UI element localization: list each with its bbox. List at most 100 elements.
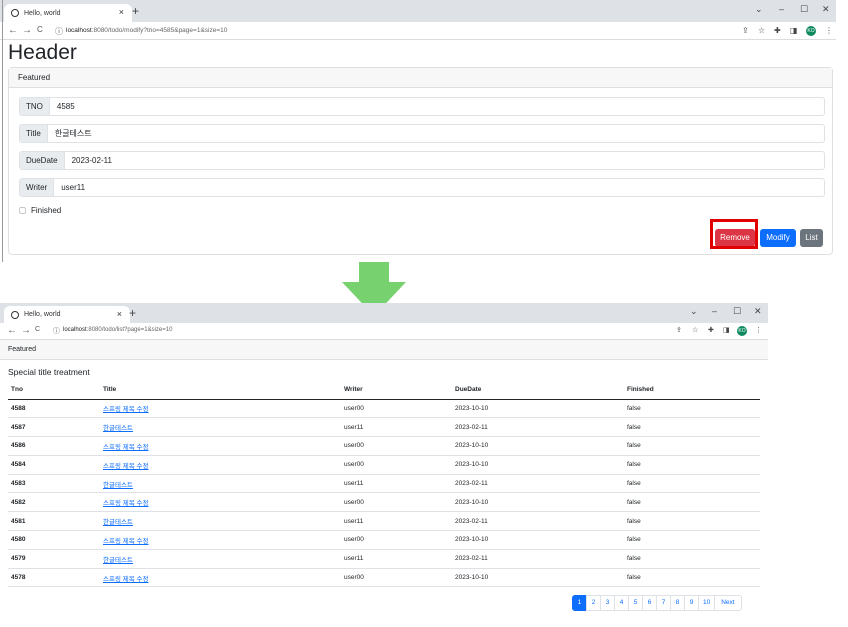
url-path: :8080/todo/modify?tno=4585&page=1&size=1… [91, 27, 228, 34]
page-link-8[interactable]: 8 [670, 595, 685, 611]
row-duedate: 2023-10-10 [452, 436, 624, 456]
row-title-link[interactable]: 한글테스트 [103, 425, 133, 432]
tab-search-icon[interactable]: ⌄ [755, 4, 763, 15]
title-field[interactable]: 한글테스트 [48, 125, 99, 142]
star-icon[interactable]: ☆ [692, 326, 698, 334]
reload-icon[interactable]: C [37, 25, 43, 34]
browser-tab[interactable]: Hello, world × [4, 306, 130, 323]
table-cell: 스프링 제목 수정 [100, 399, 341, 419]
close-window-button[interactable]: ✕ [754, 306, 762, 317]
new-tab-button[interactable]: + [129, 306, 136, 320]
forward-icon[interactable]: → [21, 325, 31, 336]
duedate-field[interactable]: 2023-02-11 [65, 152, 119, 169]
next-page-button[interactable]: Next [714, 595, 742, 611]
profile-avatar[interactable]: KO [806, 26, 816, 36]
browser-tab[interactable]: Hello, world × [4, 4, 132, 22]
url-field[interactable]: localhost:8080/todo/modify?tno=4585&page… [66, 27, 227, 34]
row-duedate: 2023-02-11 [452, 549, 624, 569]
finished-checkbox[interactable] [19, 207, 26, 214]
table-row: 4587 한글테스트 user11 2023-02-11 false [8, 417, 760, 438]
section-title: Special title treatment [8, 367, 90, 377]
table-row: 4586 스프링 제목 수정 user00 2023-10-10 false [8, 436, 760, 456]
reload-icon[interactable]: C [35, 326, 40, 333]
row-title-link[interactable]: 스프링 제목 수정 [103, 444, 148, 451]
table-cell: 한글테스트 [100, 474, 341, 494]
sidepanel-icon[interactable]: ◨ [723, 326, 730, 334]
row-title-link[interactable]: 한글테스트 [103, 482, 133, 489]
close-tab-icon[interactable]: × [119, 7, 124, 17]
sidepanel-icon[interactable]: ◨ [790, 26, 798, 35]
table-row: 4579 한글테스트 user11 2023-02-11 false [8, 549, 760, 569]
browser-window-list: Hello, world × + ⌄ – ☐ ✕ ← → C ⓘ localho… [0, 303, 768, 627]
table-row: 4588 스프링 제목 수정 user00 2023-10-10 false [8, 399, 760, 419]
list-button[interactable]: List [800, 229, 823, 247]
back-icon[interactable]: ← [8, 25, 18, 36]
more-menu-icon[interactable]: ⋮ [825, 26, 833, 35]
more-menu-icon[interactable]: ⋮ [755, 326, 762, 334]
modify-button[interactable]: Modify [760, 229, 796, 247]
page-link-5[interactable]: 5 [628, 595, 643, 611]
extensions-icon[interactable]: ✚ [774, 26, 781, 35]
page-link-10[interactable]: 10 [698, 595, 716, 611]
address-bar: ← → C ⓘ localhost:8080/todo/modify?tno=4… [0, 22, 836, 40]
back-icon[interactable]: ← [7, 325, 17, 336]
row-finished: false [624, 511, 760, 532]
new-tab-button[interactable]: + [132, 4, 139, 18]
browser-window-modify: Hello, world × + ⌄ – ☐ ✕ ← → C ⓘ localho… [0, 0, 836, 260]
share-icon[interactable]: ⇪ [676, 326, 682, 334]
row-title-link[interactable]: 스프링 제목 수정 [103, 463, 148, 470]
card-header: Featured [9, 68, 832, 88]
row-title-link[interactable]: 스프링 제목 수정 [103, 576, 148, 583]
table-row: 4578 스프링 제목 수정 user00 2023-10-10 false [8, 568, 760, 588]
globe-icon [11, 310, 19, 319]
todo-card: Featured TNO 4585 Title 한글테스트 DueDate 20… [8, 67, 833, 255]
tab-title: Hello, world [24, 9, 61, 17]
maximize-button[interactable]: ☐ [733, 306, 741, 317]
row-finished: false [624, 474, 760, 494]
table-cell: 스프링 제목 수정 [100, 492, 341, 513]
page-link-2[interactable]: 2 [586, 595, 601, 611]
page-link-3[interactable]: 3 [600, 595, 615, 611]
page-link-6[interactable]: 6 [642, 595, 657, 611]
close-window-button[interactable]: ✕ [822, 4, 830, 15]
row-tno: 4587 [8, 417, 100, 438]
minimize-button[interactable]: – [779, 4, 784, 14]
page-link-4[interactable]: 4 [614, 595, 629, 611]
row-tno: 4582 [8, 492, 100, 513]
row-title-link[interactable]: 한글테스트 [103, 557, 133, 564]
row-title-link[interactable]: 스프링 제목 수정 [103, 500, 148, 507]
site-info-icon[interactable]: ⓘ [53, 326, 60, 336]
minimize-button[interactable]: – [712, 306, 717, 316]
site-info-icon[interactable]: ⓘ [55, 26, 63, 37]
table-row: 4582 스프링 제목 수정 user00 2023-10-10 false [8, 492, 760, 513]
row-duedate: 2023-10-10 [452, 492, 624, 513]
finished-checkbox-group: Finished [19, 206, 61, 215]
tno-field[interactable]: 4585 [50, 98, 82, 115]
url-path: :8080/todo/list?page=1&size=10 [86, 327, 173, 333]
extensions-icon[interactable]: ✚ [708, 326, 714, 334]
title-label: Title [20, 125, 48, 142]
page-link-9[interactable]: 9 [684, 595, 699, 611]
row-duedate: 2023-10-10 [452, 455, 624, 475]
remove-highlight-box [710, 219, 758, 249]
url-field[interactable]: localhost:8080/todo/list?page=1&size=10 [63, 327, 172, 333]
table-row: 4581 한글테스트 user11 2023-02-11 false [8, 511, 760, 532]
writer-field[interactable]: user11 [54, 179, 92, 196]
row-tno: 4580 [8, 530, 100, 550]
star-icon[interactable]: ☆ [758, 26, 765, 35]
profile-avatar[interactable]: KO [737, 326, 747, 336]
col-header-duedate: DueDate [452, 381, 624, 400]
page-link-7[interactable]: 7 [656, 595, 671, 611]
row-title-link[interactable]: 스프링 제목 수정 [103, 538, 148, 545]
forward-icon[interactable]: → [22, 25, 32, 36]
tab-search-icon[interactable]: ⌄ [690, 306, 698, 317]
url-host: localhost [63, 327, 87, 333]
maximize-button[interactable]: ☐ [800, 4, 808, 15]
row-title-link[interactable]: 스프링 제목 수정 [103, 406, 148, 413]
share-icon[interactable]: ⇪ [742, 26, 749, 35]
row-title-link[interactable]: 한글테스트 [103, 519, 133, 526]
close-tab-icon[interactable]: × [117, 309, 122, 319]
row-tno: 4584 [8, 455, 100, 475]
page-link-1[interactable]: 1 [572, 595, 587, 611]
tab-bar: Hello, world × + ⌄ – ☐ ✕ [0, 303, 768, 323]
